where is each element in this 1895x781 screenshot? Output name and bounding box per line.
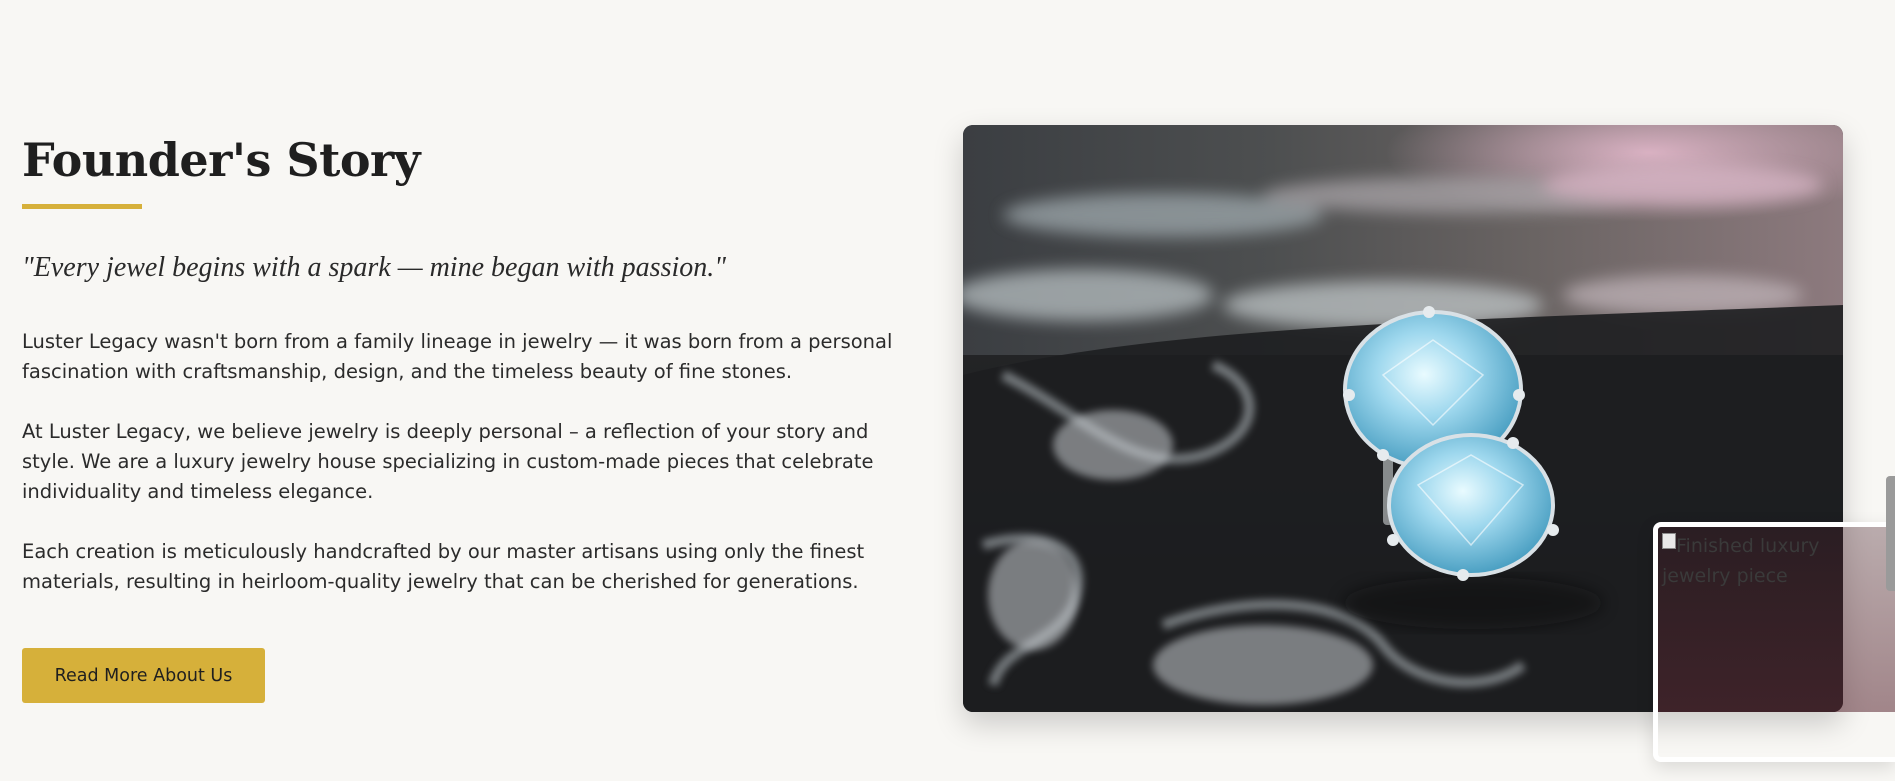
story-paragraph-2: At Luster Legacy, we believe jewelry is … bbox=[22, 420, 874, 503]
title-underline bbox=[22, 204, 142, 209]
founder-story-section: Founder's Story "Every jewel begins with… bbox=[0, 0, 1895, 781]
page-scrollbar[interactable] bbox=[1885, 0, 1895, 781]
scrollbar-thumb[interactable] bbox=[1886, 476, 1895, 591]
story-paragraph-3: Each creation is meticulously handcrafte… bbox=[22, 540, 865, 593]
story-text-column: Founder's Story "Every jewel begins with… bbox=[22, 128, 922, 597]
read-more-button[interactable]: Read More About Us bbox=[22, 648, 265, 703]
founder-quote: "Every jewel begins with a spark — mine … bbox=[22, 252, 727, 283]
story-paragraph-1: Luster Legacy wasn't born from a family … bbox=[22, 330, 893, 383]
finished-piece-image: Finished luxury jewelry piece bbox=[1653, 522, 1895, 762]
section-title: Founder's Story bbox=[22, 133, 421, 187]
image-alt-text: Finished luxury jewelry piece bbox=[1662, 535, 1820, 587]
